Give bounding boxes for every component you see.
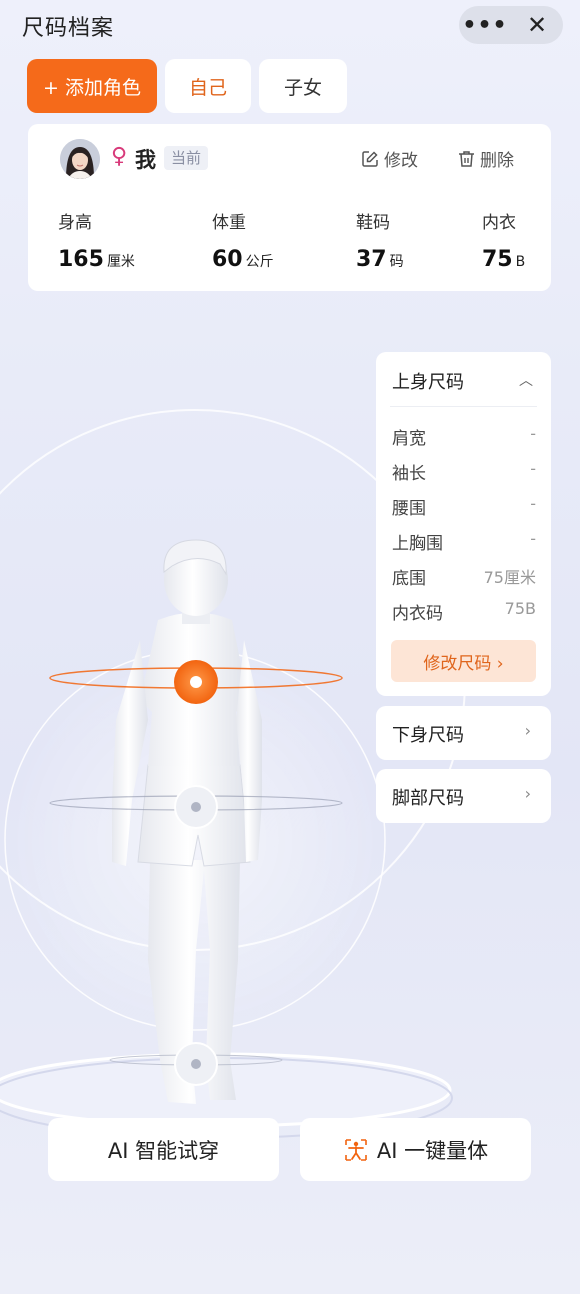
tab-self[interactable]: 自己 [165,59,251,113]
foot-title: 脚部尺码 [392,788,464,809]
measure-value: - [530,529,536,548]
upper-body-title[interactable]: 上身尺码 [392,368,464,394]
measure-value: - [530,459,536,478]
chevron-right-icon: › [524,784,531,803]
mini-program-capsule: ••• ✕ [459,6,563,44]
stat-shoe: 鞋码 37 码 [356,208,404,272]
lower-body-panel[interactable]: 下身尺码 › [376,706,551,760]
measure-label: 上胸围 [392,534,443,554]
current-badge: 当前 [164,146,209,170]
measure-row: 袖长 - [392,459,536,484]
stat-unit: 码 [389,254,404,270]
modify-size-button[interactable]: 修改尺码 › [391,640,536,682]
female-icon: ♀ [111,144,128,169]
stat-weight: 体重 60 公斤 [212,208,274,272]
measure-row: 腰围 - [392,494,536,519]
measure-label: 袖长 [392,464,426,484]
measure-label: 底围 [392,569,426,589]
measure-label: 腰围 [392,499,426,519]
measure-value: - [530,494,536,513]
stat-unit: 厘米 [106,254,135,270]
stat-value: 37 [356,247,387,272]
ai-measure-button[interactable]: AI 一键量体 [300,1118,531,1181]
stat-value: 60 [212,247,243,272]
measure-value: - [530,424,536,443]
add-role-button[interactable]: + 添加角色 [27,59,157,113]
edit-label: 修改 [384,151,418,171]
trash-icon [459,150,474,167]
measure-row: 内衣码 75B [392,599,536,624]
chevron-up-icon[interactable]: ︿ [519,370,533,390]
profile-name: 我 [135,148,156,172]
measure-row: 肩宽 - [392,424,536,449]
stat-label: 内衣 [482,213,516,233]
stat-label: 体重 [212,213,246,233]
stat-label: 鞋码 [356,213,390,233]
edit-icon [362,150,378,167]
stat-underwear: 内衣 75 B [482,208,525,272]
avatar [60,139,100,179]
page-title: 尺码档案 [22,16,115,41]
measure-row: 底围 75厘米 [392,564,536,589]
foot-panel[interactable]: 脚部尺码 › [376,769,551,823]
divider [390,406,537,407]
tab-child[interactable]: 子女 [259,59,347,113]
foot-marker-dot [191,1059,201,1069]
delete-label: 删除 [480,151,514,171]
profile-card: ♀ 我 当前 修改 删除 身高 165 厘米 体重 60 公斤 鞋码 37 码 内衣 … [28,124,551,291]
edit-button[interactable]: 修改 [361,146,418,171]
header-bar: 尺码档案 ••• ✕ [0,0,580,52]
stat-value: 165 [58,247,104,272]
more-icon[interactable]: ••• [459,6,511,44]
body-measure-icon [345,1138,367,1161]
chest-marker-dot [190,676,202,688]
ai-try-on-button[interactable]: AI 智能试穿 [48,1118,279,1181]
measure-row: 上胸围 - [392,529,536,554]
measure-label: 内衣码 [392,604,443,624]
upper-body-panel: 上身尺码 ︿ 肩宽 - 袖长 - 腰围 - 上胸围 - 底围 75厘米 内衣码 75B 修改… [376,352,551,696]
measure-label: 肩宽 [392,429,426,449]
chevron-right-icon: › [524,721,531,740]
measure-value: 75厘米 [483,568,536,587]
hip-marker-dot [191,802,201,812]
ai-measure-label: AI 一键量体 [376,1138,489,1163]
stat-value: 75 [482,247,513,272]
stat-unit: 公斤 [245,254,274,270]
ai-try-on-label: AI 智能试穿 [107,1138,220,1163]
delete-button[interactable]: 删除 [458,146,514,171]
lower-body-title: 下身尺码 [392,725,464,746]
stat-height: 身高 165 厘米 [58,208,135,272]
measure-value: 75B [504,599,536,618]
stat-label: 身高 [58,213,92,233]
stat-unit: B [515,254,526,270]
close-icon[interactable]: ✕ [511,6,563,44]
role-tabs: + 添加角色 自己 子女 [27,59,347,113]
